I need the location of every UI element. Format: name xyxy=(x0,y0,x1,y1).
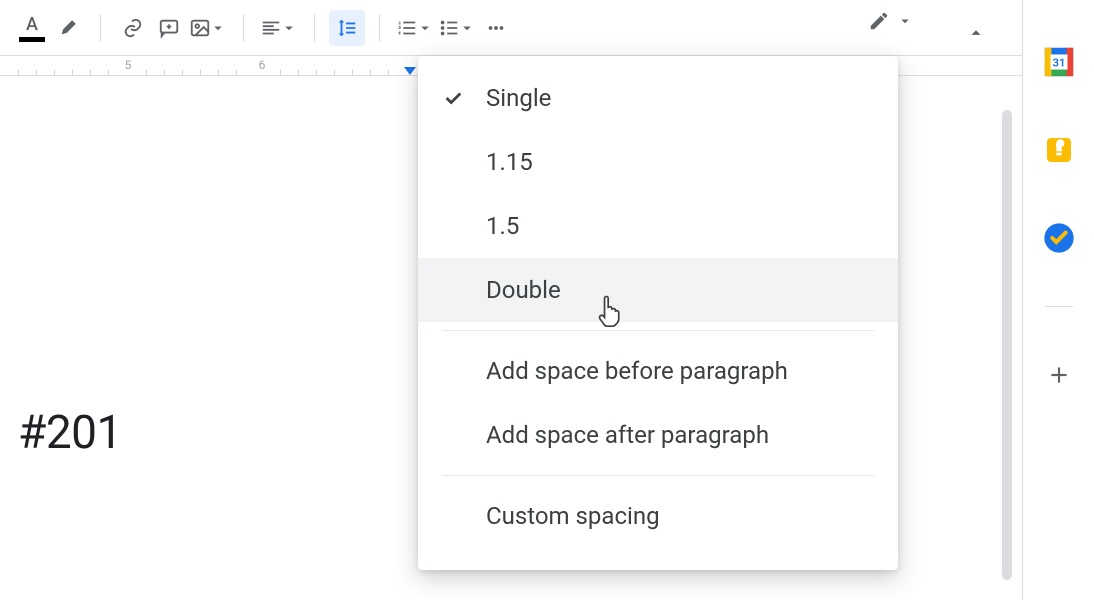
align-left-icon xyxy=(260,17,282,39)
chevron-down-icon xyxy=(280,19,298,37)
menu-item-label: Add space before paragraph xyxy=(486,357,874,385)
chevron-up-icon xyxy=(965,22,987,44)
insert-image-button[interactable] xyxy=(187,10,229,46)
menu-item-add-space-before[interactable]: Add space before paragraph xyxy=(418,339,898,403)
plus-icon xyxy=(1046,362,1072,388)
menu-item-label: Custom spacing xyxy=(486,502,874,530)
check-icon xyxy=(442,87,486,109)
collapse-toolbar-button[interactable] xyxy=(958,15,994,51)
menu-item-label: Add space after paragraph xyxy=(486,421,874,449)
chevron-down-icon xyxy=(896,12,914,30)
right-indent-marker[interactable] xyxy=(404,67,416,75)
menu-item-1-15[interactable]: 1.15 xyxy=(418,130,898,194)
chevron-down-icon xyxy=(416,19,434,37)
vertical-scrollbar[interactable] xyxy=(1002,110,1014,580)
text-color-swatch-bar xyxy=(19,37,45,42)
toolbar-separator xyxy=(243,14,244,42)
toolbar-separator xyxy=(379,14,380,42)
keep-app-button[interactable] xyxy=(1039,130,1079,170)
bulleted-list-button[interactable] xyxy=(436,10,478,46)
numbered-list-icon xyxy=(396,17,418,39)
toolbar: A xyxy=(0,0,1094,56)
highlighter-icon xyxy=(57,17,79,39)
text-color-letter: A xyxy=(26,14,38,35)
scrollbar-thumb[interactable] xyxy=(1002,110,1012,580)
side-panel-separator xyxy=(1045,306,1073,307)
menu-item-label: 1.15 xyxy=(486,148,874,176)
more-options-button[interactable] xyxy=(478,10,514,46)
align-button[interactable] xyxy=(258,10,300,46)
menu-item-custom-spacing[interactable]: Custom spacing xyxy=(418,484,898,548)
insert-link-button[interactable] xyxy=(115,10,151,46)
text-color-button[interactable]: A xyxy=(14,10,50,46)
list-group xyxy=(388,10,520,46)
pencil-icon xyxy=(868,10,890,32)
menu-item-1-5[interactable]: 1.5 xyxy=(418,194,898,258)
menu-item-label: 1.5 xyxy=(486,212,874,240)
spacing-group xyxy=(323,10,371,46)
menu-divider xyxy=(442,475,874,476)
comment-plus-icon xyxy=(158,17,180,39)
svg-text:31: 31 xyxy=(1052,56,1065,70)
tasks-app-button[interactable] xyxy=(1039,218,1079,258)
menu-divider xyxy=(442,330,874,331)
line-spacing-menu: Single 1.15 1.5 Double Add space before … xyxy=(418,56,898,570)
keep-icon xyxy=(1043,134,1075,166)
menu-item-label: Double xyxy=(486,276,874,304)
add-addon-button[interactable] xyxy=(1039,355,1079,395)
menu-item-double[interactable]: Double xyxy=(418,258,898,322)
add-comment-button[interactable] xyxy=(151,10,187,46)
line-spacing-icon xyxy=(336,17,358,39)
numbered-list-button[interactable] xyxy=(394,10,436,46)
insert-group xyxy=(109,10,235,46)
side-panel: 31 xyxy=(1022,0,1094,600)
toolbar-separator xyxy=(100,14,101,42)
tasks-icon xyxy=(1043,222,1075,254)
highlight-color-button[interactable] xyxy=(50,10,86,46)
chevron-down-icon xyxy=(209,19,227,37)
toolbar-separator xyxy=(314,14,315,42)
menu-item-label: Single xyxy=(486,84,874,112)
chevron-down-icon xyxy=(458,19,476,37)
ruler-number: 6 xyxy=(259,58,266,72)
menu-item-add-space-after[interactable]: Add space after paragraph xyxy=(418,403,898,467)
editing-mode-button[interactable] xyxy=(868,10,914,32)
bulleted-list-icon xyxy=(438,17,460,39)
align-group xyxy=(252,10,306,46)
line-spacing-button[interactable] xyxy=(329,10,365,46)
menu-item-single[interactable]: Single xyxy=(418,66,898,130)
calendar-app-button[interactable]: 31 xyxy=(1039,42,1079,82)
document-text: #201 xyxy=(18,406,122,460)
text-color-group: A xyxy=(8,10,92,46)
more-horizontal-icon xyxy=(485,17,507,39)
image-icon xyxy=(189,17,211,39)
calendar-icon: 31 xyxy=(1042,45,1076,79)
link-icon xyxy=(122,17,144,39)
ruler-number: 5 xyxy=(125,58,132,72)
